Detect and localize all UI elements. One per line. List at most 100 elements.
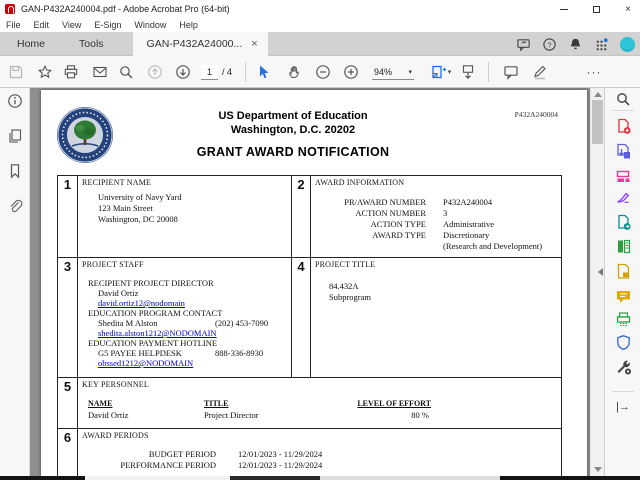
chevron-down-icon: ▾ — [448, 68, 452, 76]
section-key-personnel: KEY PERSONNEL NAME TITLE LEVEL OF EFFORT… — [78, 378, 563, 428]
scroll-up-arrow-icon[interactable] — [594, 92, 602, 97]
award-info-label: ACTION NUMBER — [311, 208, 426, 219]
document-view-area[interactable]: US Department of Education Washington, D… — [30, 88, 604, 476]
tab-tools[interactable]: Tools — [62, 32, 121, 55]
page-thumbnails-icon[interactable] — [7, 128, 23, 144]
select-tool-icon[interactable] — [255, 64, 271, 80]
award-period-value: 12/01/2023 - 11/29/2024 — [238, 460, 322, 471]
previous-page-icon[interactable] — [147, 64, 163, 80]
table-row-3-4: 3 PROJECT STAFF RECIPIENT PROJECT DIRECT… — [58, 258, 561, 378]
comment-icon[interactable] — [503, 64, 519, 80]
menu-edit[interactable]: Edit — [34, 20, 50, 30]
staff-name: G5 PAYEE HELPDESK — [98, 348, 182, 358]
fill-sign-icon[interactable] — [614, 188, 632, 206]
taskbar-segment — [85, 476, 230, 480]
zoom-out-icon[interactable] — [315, 64, 331, 80]
maximize-button[interactable] — [590, 3, 602, 15]
menu-window[interactable]: Window — [134, 20, 166, 30]
search-icon[interactable] — [118, 64, 134, 80]
section-project-title: PROJECT TITLE 84.432A Subprogram — [311, 258, 563, 377]
kp-header-title: TITLE — [204, 399, 228, 408]
tab-close-icon[interactable]: × — [251, 38, 257, 50]
award-info-label: ACTION TYPE — [311, 219, 426, 230]
export-pdf-icon[interactable] — [614, 142, 632, 160]
info-icon[interactable] — [7, 93, 23, 109]
notifications-bell-icon[interactable] — [568, 37, 583, 52]
kp-header-name: NAME — [88, 399, 112, 408]
page-count-label: / 4 — [222, 65, 232, 80]
scrollbar-thumb[interactable] — [592, 100, 603, 144]
kp-effort: 80 % — [298, 410, 429, 421]
taskbar-segment — [230, 476, 320, 480]
search-icon[interactable] — [614, 90, 632, 108]
menu-file[interactable]: File — [6, 20, 21, 30]
organize-pages-icon[interactable] — [614, 237, 632, 255]
toolbar-separator — [488, 62, 489, 82]
acrobat-app-icon — [5, 4, 15, 14]
print-icon[interactable] — [63, 64, 79, 80]
zoom-level-dropdown[interactable]: 94% ▾ — [372, 65, 414, 80]
create-pdf-icon[interactable] — [614, 117, 632, 135]
star-icon[interactable] — [37, 64, 53, 80]
staff-phone: 888-336-8930 — [215, 348, 263, 358]
staff-name: Shedita M Alston — [98, 318, 158, 328]
section-number: 3 — [58, 258, 78, 377]
next-page-icon[interactable] — [175, 64, 191, 80]
main-toolbar: 1 / 4 94% ▾ ▾ ··· — [0, 56, 640, 88]
page-scrolling-icon[interactable] — [460, 64, 476, 80]
menu-esign[interactable]: E-Sign — [94, 20, 121, 30]
scroll-down-arrow-icon[interactable] — [594, 467, 602, 472]
collapse-right-pane-icon[interactable] — [598, 268, 603, 276]
kp-name: David Ortiz — [88, 410, 128, 421]
table-row-1-2: 1 RECIPIENT NAME University of Navy Yard… — [58, 176, 561, 258]
feedback-icon[interactable] — [516, 37, 531, 52]
save-icon[interactable] — [8, 64, 24, 80]
section-number: 4 — [291, 258, 311, 377]
user-avatar[interactable] — [620, 37, 635, 52]
comment-icon[interactable] — [614, 287, 632, 305]
menu-help[interactable]: Help — [179, 20, 198, 30]
staff-group-heading: EDUCATION PAYMENT HOTLINE — [88, 338, 288, 348]
expand-pane-icon[interactable]: |→ — [614, 398, 632, 416]
award-period-label: BUDGET PERIOD — [78, 449, 216, 460]
award-info-label: AWARD TYPE — [311, 230, 426, 241]
minimize-button[interactable] — [558, 3, 570, 15]
zoom-in-icon[interactable] — [343, 64, 359, 80]
recipient-line: 123 Main Street — [98, 203, 182, 214]
award-info-value: P432A240004 — [443, 197, 542, 208]
staff-group-heading: EDUCATION PROGRAM CONTACT — [88, 308, 288, 318]
menu-view[interactable]: View — [62, 20, 81, 30]
hand-tool-icon[interactable] — [287, 64, 303, 80]
app-grid-menu-icon[interactable] — [594, 37, 609, 52]
more-tools-icon[interactable]: ··· — [583, 64, 605, 80]
more-tools-icon[interactable] — [614, 357, 632, 375]
doc-agency-line: US Department of Education — [41, 110, 545, 122]
tab-home[interactable]: Home — [0, 32, 62, 55]
edit-pdf-icon[interactable] — [614, 167, 632, 185]
redact-icon[interactable] — [614, 262, 632, 280]
staff-email-link[interactable]: shedita.alston1212@NODOMAIN — [98, 328, 217, 338]
email-icon[interactable] — [92, 64, 108, 80]
right-tools-rail: |→ — [604, 88, 640, 476]
tab-bar: Home Tools GAN-P432A24000... × ? — [0, 32, 640, 56]
windows-taskbar-edge — [0, 476, 640, 480]
request-signatures-icon[interactable] — [614, 213, 632, 231]
help-icon[interactable]: ? — [542, 37, 557, 52]
vertical-scrollbar[interactable] — [590, 88, 604, 476]
page-number-input[interactable]: 1 — [201, 65, 218, 80]
protect-icon[interactable] — [614, 333, 632, 351]
highlighter-pen-icon[interactable] — [532, 64, 548, 80]
staff-email-link[interactable]: david.ortiz12@nodomain — [98, 298, 185, 308]
tab-document[interactable]: GAN-P432A24000... × — [133, 32, 268, 56]
staff-email-link[interactable]: obssed1212@NODOMAIN — [98, 358, 193, 368]
section-recipient-name: RECIPIENT NAME University of Navy Yard 1… — [78, 176, 291, 257]
fit-page-dropdown[interactable]: ▾ — [428, 64, 454, 80]
attachments-icon[interactable] — [7, 198, 23, 214]
award-info-value: (Research and Development) — [443, 241, 542, 252]
close-button[interactable]: × — [622, 3, 634, 15]
table-row-5: 5 KEY PERSONNEL NAME TITLE LEVEL OF EFFO… — [58, 378, 561, 429]
section-number: 2 — [291, 176, 311, 257]
bookmarks-icon[interactable] — [7, 163, 23, 179]
scan-ocr-icon[interactable] — [614, 310, 632, 328]
section-number: 6 — [58, 429, 78, 476]
